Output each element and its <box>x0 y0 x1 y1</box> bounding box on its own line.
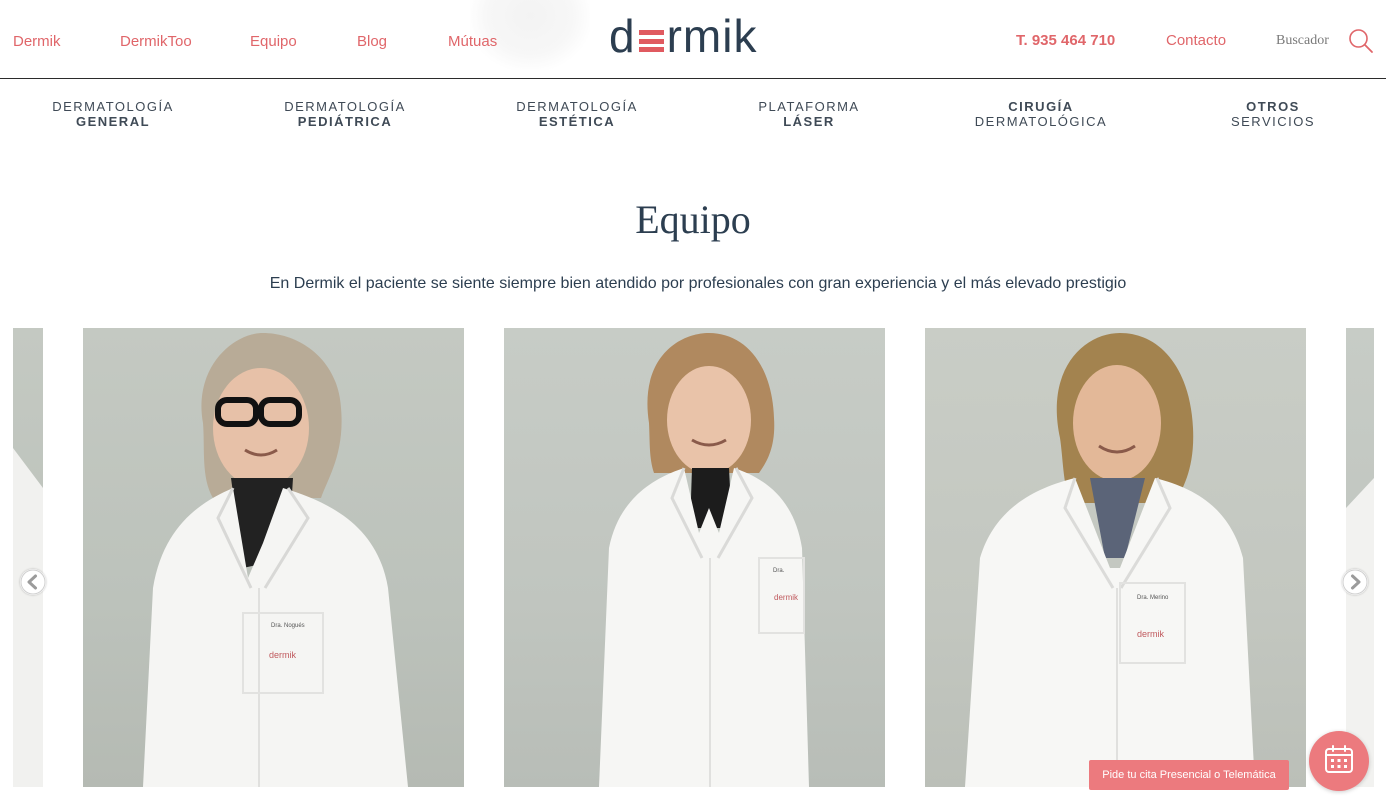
service-otros-servicios[interactable]: OTROS SERVICIOS <box>1173 99 1373 129</box>
logo-e-mark-icon <box>638 30 664 52</box>
contact-link[interactable]: Contacto <box>1166 32 1226 49</box>
team-photo-doctor-3[interactable]: Dra. Merino dermik <box>925 328 1306 787</box>
coat-logo-3: dermik <box>1137 629 1165 639</box>
service-line1: PLATAFORMA <box>758 99 860 114</box>
name-badge-1: Dra. Nogués <box>271 623 305 629</box>
service-dermatologia-pediatrica[interactable]: DERMATOLOGÍA PEDIÁTRICA <box>245 99 445 129</box>
dermik-logo[interactable]: d rmik <box>609 10 758 62</box>
logo-prefix: d <box>609 10 636 62</box>
service-line2: SERVICIOS <box>1230 114 1316 129</box>
service-line1: CIRUGÍA <box>1008 99 1074 114</box>
name-badge-3: Dra. Merino <box>1137 595 1169 601</box>
service-line1: OTROS <box>1246 99 1300 114</box>
team-photo-partial-right[interactable] <box>1346 328 1374 787</box>
phone-link[interactable]: T. 935 464 710 <box>1016 32 1115 49</box>
nav-link-mutuas[interactable]: Mútuas <box>448 33 497 50</box>
search-icon[interactable] <box>1348 28 1374 54</box>
coat-logo-2: dermik <box>774 593 799 602</box>
nav-link-blog[interactable]: Blog <box>357 33 387 50</box>
service-line2: ESTÉTICA <box>538 114 616 129</box>
name-badge-2: Dra. <box>773 568 785 574</box>
team-photo-doctor-2[interactable]: Dra. dermik <box>504 328 885 787</box>
calendar-icon <box>1323 743 1355 780</box>
appointment-button[interactable]: Pide tu cita Presencial o Telemática <box>1089 760 1289 790</box>
service-line2: PEDIÁTRICA <box>297 114 393 129</box>
nav-link-dermiktoo[interactable]: DermikToo <box>120 33 192 50</box>
logo-suffix: rmik <box>666 10 758 62</box>
team-photo-partial-left[interactable] <box>13 328 43 787</box>
team-photo-doctor-1[interactable]: Dra. Nogués dermik <box>83 328 464 787</box>
search-label[interactable]: Buscador <box>1276 33 1329 49</box>
service-line1: DERMATOLOGÍA <box>52 99 174 114</box>
service-cirugia-dermatologica[interactable]: CIRUGÍA DERMATOLÓGICA <box>941 99 1141 129</box>
coat-logo-1: dermik <box>269 650 297 660</box>
chevron-left-icon[interactable] <box>20 569 46 595</box>
top-bar: Dermik DermikToo Equipo Blog Mútuas d rm… <box>0 0 1386 79</box>
calendar-button[interactable] <box>1309 731 1369 791</box>
service-line1: DERMATOLOGÍA <box>516 99 638 114</box>
service-dermatologia-general[interactable]: DERMATOLOGÍA GENERAL <box>13 99 213 129</box>
service-line2: DERMATOLÓGICA <box>974 114 1108 129</box>
page-title: Equipo <box>635 197 751 242</box>
service-line1: DERMATOLOGÍA <box>284 99 406 114</box>
chevron-right-icon[interactable] <box>1342 569 1368 595</box>
service-dermatologia-estetica[interactable]: DERMATOLOGÍA ESTÉTICA <box>477 99 677 129</box>
service-plataforma-laser[interactable]: PLATAFORMA LÁSER <box>709 99 909 129</box>
service-line2: GENERAL <box>75 114 151 129</box>
nav-link-dermik[interactable]: Dermik <box>13 33 61 50</box>
service-line2: LÁSER <box>783 114 835 129</box>
nav-link-equipo[interactable]: Equipo <box>250 33 297 50</box>
page-subtitle: En Dermik el paciente se siente siempre … <box>269 275 1127 292</box>
